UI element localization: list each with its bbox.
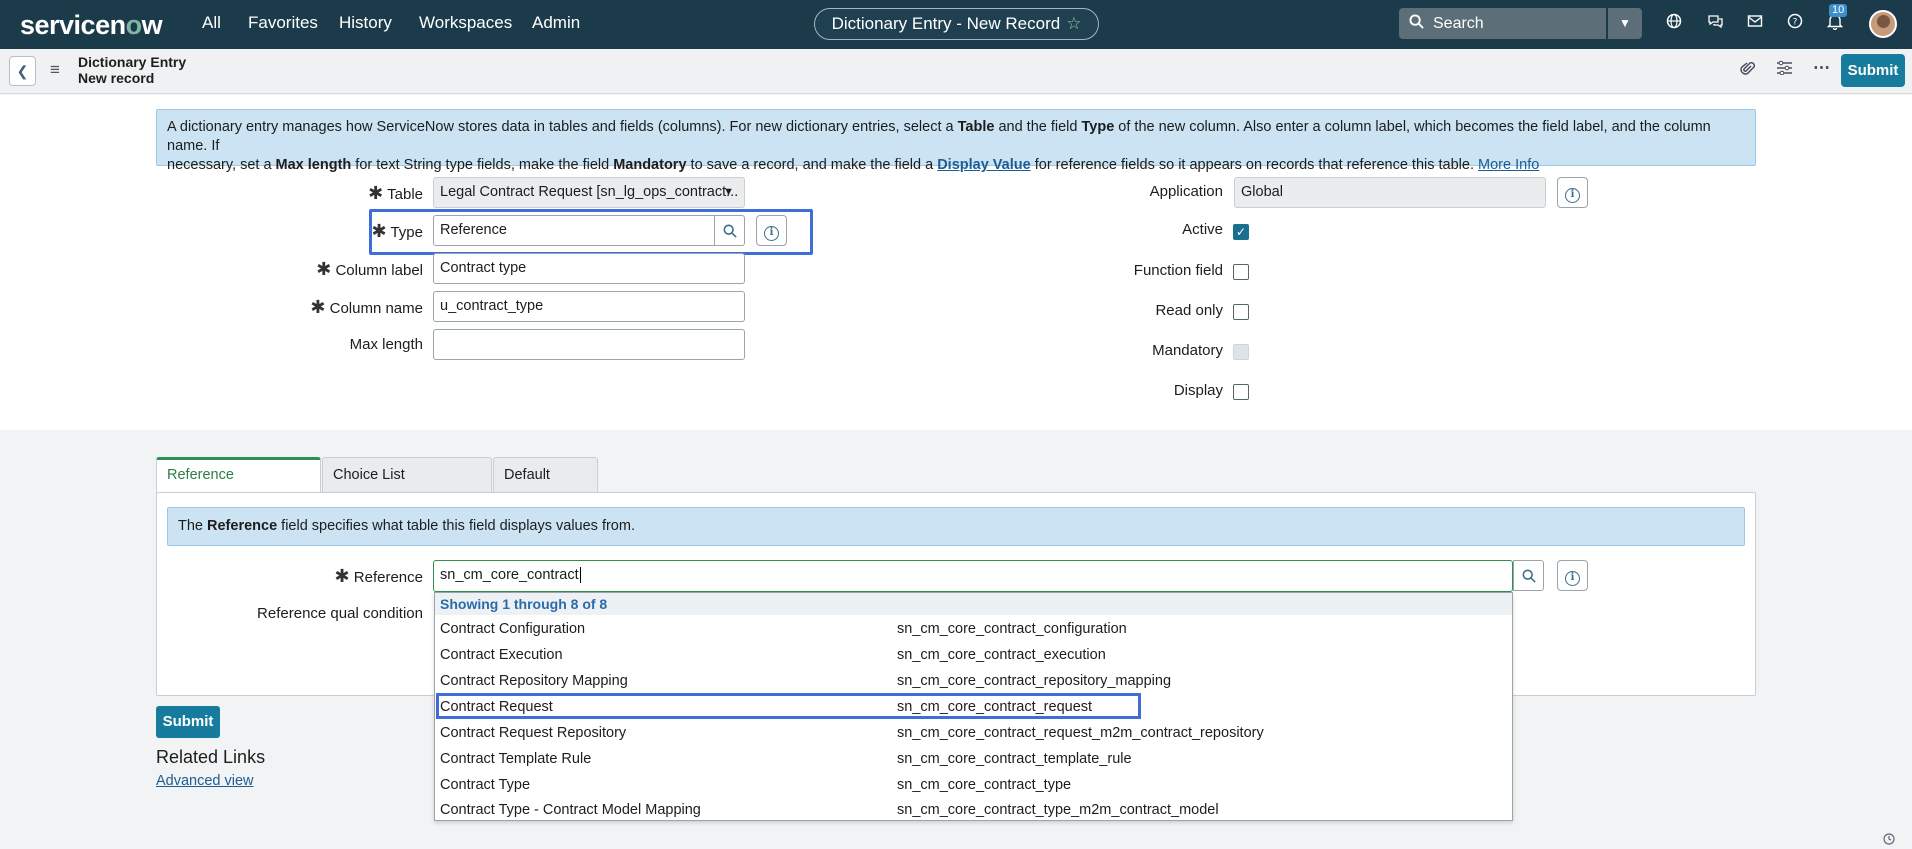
autocomplete-option[interactable]: Contract Template Rule sn_cm_core_contrac… <box>435 746 1512 772</box>
record-title: Dictionary Entry - New Record <box>831 14 1061 33</box>
mandatory-label: Mandatory <box>1152 342 1223 359</box>
nav-workspaces[interactable]: Workspaces <box>419 13 512 33</box>
application-info-button[interactable]: i <box>1557 177 1588 208</box>
nav-favorites[interactable]: Favorites <box>248 13 318 33</box>
caret-down-icon: ▼ <box>723 186 734 198</box>
globe-icon[interactable] <box>1663 13 1685 34</box>
autocomplete-option[interactable]: Contract Repository Mapping sn_cm_core_co… <box>435 668 1512 694</box>
more-icon[interactable]: ⋯ <box>1813 58 1830 78</box>
contract-request-option-highlight <box>436 693 1141 719</box>
user-avatar[interactable] <box>1869 10 1897 38</box>
record-title-pill[interactable]: Dictionary Entry - New Record ☆ <box>814 8 1099 40</box>
read-only-checkbox[interactable] <box>1233 304 1249 320</box>
max-length-field-label: Max length <box>349 336 423 353</box>
paperclip-icon[interactable] <box>1740 60 1755 82</box>
required-asterisk-icon: ✱ <box>310 297 326 317</box>
form-header-bar: ❮ ≡ Dictionary Entry New record ⋯ Submit <box>0 49 1912 94</box>
column-name-field-label: ✱ Column name <box>310 297 423 317</box>
reference-info-message: The Reference field specifies what table… <box>167 507 1745 546</box>
form-title: Dictionary Entry <box>78 54 187 70</box>
column-label-field-label: ✱ Column label <box>316 259 423 279</box>
chevron-left-icon: ❮ <box>16 63 29 79</box>
autocomplete-option[interactable]: Contract Configuration sn_cm_core_contrac… <box>435 616 1512 642</box>
search-icon <box>1522 569 1536 583</box>
reference-info-button[interactable]: i <box>1557 560 1588 591</box>
info-icon: i <box>1565 571 1580 586</box>
display-label: Display <box>1173 382 1223 399</box>
required-asterisk-icon: ✱ <box>334 566 350 586</box>
type-lookup-button[interactable] <box>714 215 745 246</box>
notification-count-badge: 10 <box>1829 4 1848 17</box>
reference-field-label: ✱ Reference <box>334 566 423 586</box>
advanced-view-link[interactable]: Advanced view <box>156 773 254 789</box>
submit-button-bottom[interactable]: Submit <box>156 706 220 738</box>
tab-default-value[interactable]: Default Value <box>493 457 598 517</box>
search-scope-dropdown[interactable]: ▼ <box>1608 8 1642 39</box>
chat-icon[interactable] <box>1704 13 1726 34</box>
table-select[interactable]: Legal Contract Request [sn_lg_ops_contra… <box>433 177 745 208</box>
display-value-link[interactable]: Display Value <box>937 157 1031 173</box>
top-navigation-bar: servicenow All Favorites History Workspa… <box>0 0 1912 49</box>
active-checkbox[interactable]: ✓ <box>1233 224 1249 240</box>
type-field-label: ✱ Type <box>371 221 423 241</box>
tab-choice-list-specification[interactable]: Choice List Specification <box>322 457 492 517</box>
table-field-label: ✱ Table <box>368 183 423 203</box>
svg-text:?: ? <box>1793 18 1798 28</box>
autocomplete-result-count: Showing 1 through 8 of 8 <box>435 593 1512 615</box>
type-input[interactable]: Reference <box>433 215 715 246</box>
submit-button-top[interactable]: Submit <box>1841 54 1905 87</box>
nav-history[interactable]: History <box>339 13 392 33</box>
column-label-input[interactable]: Contract type <box>433 253 745 284</box>
search-icon <box>1409 14 1424 34</box>
reference-lookup-button[interactable] <box>1513 560 1544 591</box>
related-links-heading: Related Links <box>156 747 266 767</box>
nav-all[interactable]: All <box>202 13 221 33</box>
type-info-button[interactable]: i <box>756 215 787 246</box>
required-asterisk-icon: ✱ <box>371 221 387 241</box>
info-icon: i <box>764 226 779 241</box>
autocomplete-option[interactable]: Contract Request Repository sn_cm_core_co… <box>435 720 1512 746</box>
favorite-star-icon[interactable]: ☆ <box>1066 14 1081 33</box>
reference-input[interactable]: sn_cm_core_contract <box>433 560 1513 592</box>
required-asterisk-icon: ✱ <box>316 259 332 279</box>
autocomplete-option[interactable]: Contract Execution sn_cm_core_contract_ex… <box>435 642 1512 668</box>
help-icon[interactable]: ? <box>1784 13 1806 34</box>
settings-sliders-icon[interactable] <box>1776 60 1793 80</box>
info-icon: i <box>1565 188 1580 203</box>
nav-admin[interactable]: Admin <box>532 13 580 33</box>
search-icon <box>723 224 737 238</box>
clock-icon <box>1883 833 1895 848</box>
max-length-input[interactable] <box>433 329 745 360</box>
application-field: Global <box>1234 177 1546 208</box>
inbox-icon[interactable] <box>1744 13 1766 34</box>
mandatory-checkbox <box>1233 344 1249 360</box>
search-placeholder: Search <box>1433 15 1484 32</box>
dictionary-info-message: A dictionary entry manages how ServiceNo… <box>156 109 1756 173</box>
display-checkbox[interactable] <box>1233 384 1249 400</box>
function-field-checkbox[interactable] <box>1233 264 1249 280</box>
autocomplete-option[interactable]: Contract Type - Contract Model Mapping sn… <box>435 797 1512 823</box>
reference-qual-condition-label: Reference qual condition <box>257 605 423 622</box>
form-subtitle: New record <box>78 70 155 86</box>
function-field-label: Function field <box>1133 262 1223 279</box>
active-label: Active <box>1182 221 1223 238</box>
form-context-menu-icon[interactable]: ≡ <box>50 60 60 80</box>
servicenow-logo[interactable]: servicenow <box>20 10 163 41</box>
global-search-input[interactable]: Search <box>1399 8 1606 39</box>
autocomplete-option[interactable]: Contract Type sn_cm_core_contract_type <box>435 772 1512 798</box>
column-name-input[interactable]: u_contract_type <box>433 291 745 322</box>
required-asterisk-icon: ✱ <box>368 183 384 203</box>
read-only-label: Read only <box>1155 302 1223 319</box>
more-info-link[interactable]: More Info <box>1478 157 1539 173</box>
application-field-label: Application <box>1149 183 1223 200</box>
tab-reference-specification[interactable]: Reference Specification <box>156 457 321 514</box>
back-button[interactable]: ❮ <box>9 56 36 86</box>
